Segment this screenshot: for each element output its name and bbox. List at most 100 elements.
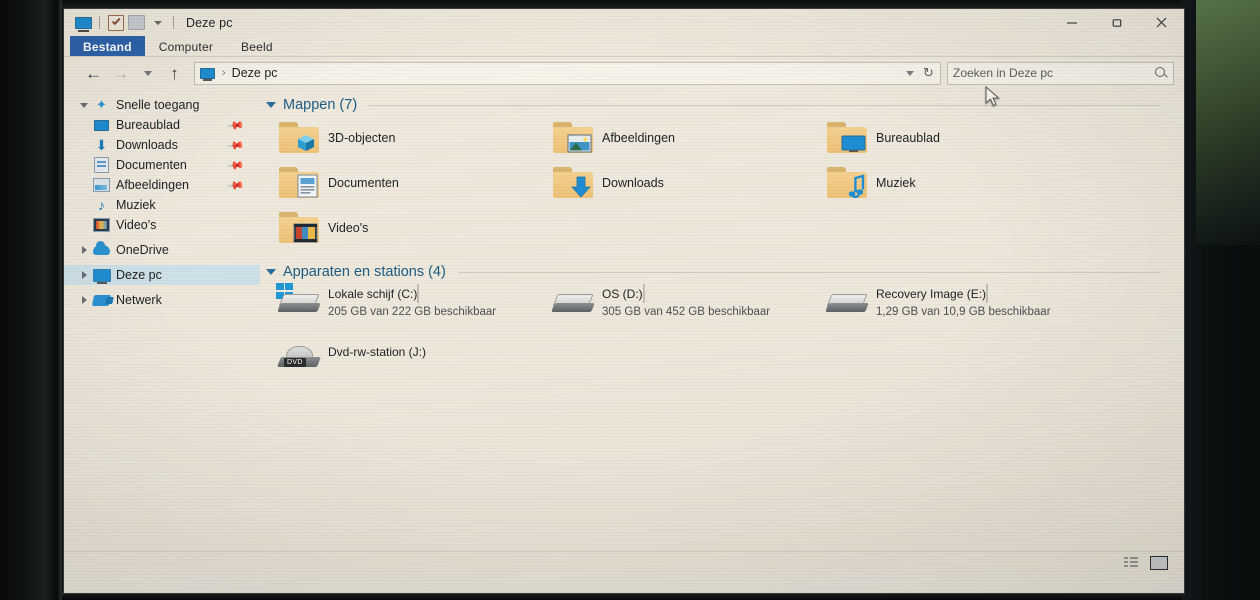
drive-item-e[interactable]: Recovery Image (E:) 1,29 GB van 10,9 GB … — [818, 282, 1092, 336]
pane-icon[interactable] — [126, 13, 147, 32]
forward-button[interactable]: → — [107, 60, 134, 87]
recent-locations-button[interactable] — [134, 60, 161, 87]
properties-checkbox-icon[interactable] — [105, 13, 126, 32]
monitor-icon[interactable] — [73, 13, 94, 32]
chevron-down-icon[interactable] — [76, 103, 92, 108]
search-input[interactable]: Zoeken in Deze pc — [953, 66, 1155, 80]
folder-pictures-icon — [544, 122, 602, 153]
sidebar-item-afbeeldingen[interactable]: Afbeeldingen 📌 — [64, 175, 260, 195]
item-label: Video's — [328, 220, 369, 235]
drive-free-space: 1,29 GB van 10,9 GB beschikbaar — [876, 306, 1051, 318]
sidebar-item-deze-pc[interactable]: Deze pc — [64, 265, 260, 285]
sidebar-item-bureaublad[interactable]: Bureaublad 📌 — [64, 115, 260, 135]
restore-button[interactable] — [1094, 9, 1139, 36]
address-bar[interactable]: › Deze pc ↻ — [194, 61, 941, 85]
folder-item-downloads[interactable]: Downloads — [544, 160, 818, 205]
title-bar: Deze pc ? — [64, 9, 1184, 55]
search-box[interactable]: Zoeken in Deze pc — [947, 61, 1174, 85]
folders-grid: 3D-objecten Afbeeldingen Bureaublad Docu… — [260, 115, 1184, 250]
chevron-down-icon[interactable] — [266, 269, 276, 275]
sidebar-item-videos[interactable]: Video's — [64, 215, 260, 235]
group-header-folders[interactable]: Mappen (7) — [260, 97, 1184, 113]
onedrive-icon — [92, 241, 111, 255]
drive-item-d[interactable]: OS (D:) 305 GB van 452 GB beschikbaar — [544, 282, 818, 336]
monitor-bezel-top — [62, 0, 1182, 9]
chevron-right-icon[interactable] — [76, 271, 92, 279]
tab-bestand[interactable]: Bestand — [70, 36, 145, 57]
refresh-icon[interactable]: ↻ — [920, 65, 937, 82]
file-list-pane[interactable]: Mappen (7) 3D-objecten Afbeeldingen Bure… — [260, 89, 1184, 551]
group-title: Apparaten en stations (4) — [283, 264, 446, 280]
pictures-icon — [92, 178, 111, 192]
chevron-down-icon[interactable] — [906, 70, 914, 76]
close-button[interactable] — [1139, 9, 1184, 36]
drive-item-c[interactable]: Lokale schijf (C:) 205 GB van 222 GB bes… — [270, 282, 544, 336]
group-header-devices[interactable]: Apparaten en stations (4) — [260, 264, 1184, 280]
folder-item-documenten[interactable]: Documenten — [270, 160, 544, 205]
folder-item-3d-objecten[interactable]: 3D-objecten — [270, 115, 544, 160]
folder-videos-icon — [270, 212, 328, 243]
chevron-down-icon — [143, 70, 152, 76]
chevron-right-icon[interactable] — [76, 296, 92, 304]
pin-icon[interactable]: 📌 — [227, 136, 246, 155]
drive-name: Lokale schijf (C:) — [328, 287, 418, 301]
videos-icon — [92, 218, 111, 232]
divider — [173, 16, 174, 29]
windows-drive-icon — [270, 283, 328, 314]
drive-icon — [544, 284, 602, 314]
sidebar-item-label: Netwerk — [116, 293, 162, 307]
window-title: Deze pc — [186, 15, 233, 30]
status-bar — [64, 551, 1184, 573]
sidebar-item-muziek[interactable]: ♪ Muziek — [64, 195, 260, 215]
large-icons-view-icon[interactable] — [1150, 555, 1168, 570]
pin-icon[interactable]: 📌 — [227, 116, 246, 135]
dvd-drive-icon: DVD — [270, 338, 328, 372]
music-icon: ♪ — [98, 197, 105, 213]
sidebar-item-label: Afbeeldingen — [116, 178, 189, 192]
minimize-button[interactable] — [1049, 9, 1094, 36]
sidebar-item-label: Downloads — [116, 138, 178, 152]
item-label: 3D-objecten — [328, 130, 396, 145]
sidebar-item-label: Video's — [116, 218, 157, 232]
item-label: Afbeeldingen — [602, 130, 675, 145]
sidebar-item-downloads[interactable]: ⬇ Downloads 📌 — [64, 135, 260, 155]
folder-item-afbeeldingen[interactable]: Afbeeldingen — [544, 115, 818, 160]
pin-icon[interactable]: 📌 — [227, 156, 246, 175]
capacity-bar — [417, 284, 420, 303]
sidebar-item-onedrive[interactable]: OneDrive — [64, 240, 260, 260]
this-pc-icon — [200, 67, 215, 81]
devices-grid: Lokale schijf (C:) 205 GB van 222 GB bes… — [260, 282, 1184, 390]
breadcrumb-deze-pc[interactable]: Deze pc — [232, 66, 278, 80]
sidebar-item-label: Documenten — [116, 158, 187, 172]
up-button[interactable]: ↑ — [161, 60, 188, 87]
back-arrow-icon: ← — [85, 63, 102, 83]
forward-arrow-icon: → — [112, 63, 129, 83]
documents-icon — [92, 157, 111, 173]
chevron-down-icon[interactable] — [266, 102, 276, 108]
customize-caret-icon[interactable] — [147, 13, 168, 32]
back-button[interactable]: ← — [80, 60, 107, 87]
drive-item-j[interactable]: DVD Dvd-rw-station (J:) — [270, 336, 544, 390]
sidebar-item-snelle-toegang[interactable]: ✦ Snelle toegang — [64, 95, 260, 115]
tab-beeld[interactable]: Beeld — [227, 36, 287, 57]
sidebar-item-label: OneDrive — [116, 243, 169, 257]
item-label: Downloads — [602, 175, 664, 190]
navigation-bar: ← → ↑ › Deze pc ↻ Zoeken in Deze pc — [64, 57, 1184, 89]
sidebar-item-documenten[interactable]: Documenten 📌 — [64, 155, 260, 175]
pin-icon[interactable]: 📌 — [227, 176, 246, 195]
folder-item-muziek[interactable]: Muziek — [818, 160, 1092, 205]
ribbon-tabs: Bestand Computer Beeld — [64, 36, 1184, 57]
folder-item-bureaublad[interactable]: Bureaublad — [818, 115, 1092, 160]
star-icon: ✦ — [96, 97, 107, 112]
folder-music-icon — [818, 167, 876, 198]
chevron-right-icon[interactable] — [76, 246, 92, 254]
capacity-bar — [986, 284, 989, 303]
details-view-icon[interactable] — [1124, 556, 1139, 569]
tab-computer[interactable]: Computer — [145, 36, 227, 57]
drive-free-space: 305 GB van 452 GB beschikbaar — [602, 306, 771, 318]
folder-desktop-icon — [818, 122, 876, 153]
sidebar-item-netwerk[interactable]: Netwerk — [64, 290, 260, 310]
search-icon[interactable] — [1155, 66, 1168, 80]
folder-item-videos[interactable]: Video's — [270, 205, 544, 250]
desktop-icon — [92, 119, 111, 131]
